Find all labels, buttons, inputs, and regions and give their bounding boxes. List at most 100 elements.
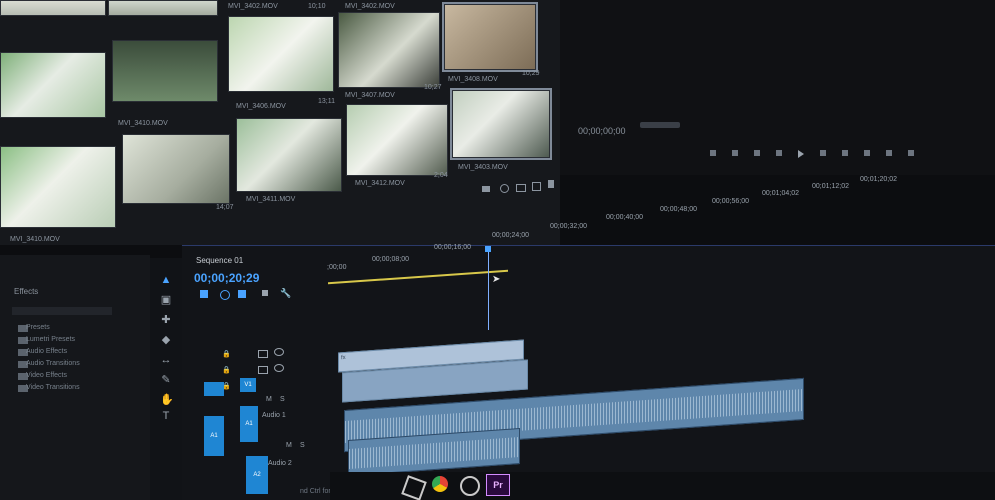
solo-button[interactable]: S xyxy=(300,442,305,449)
effects-search-input[interactable] xyxy=(12,307,112,315)
source-patch-a1[interactable]: A1 xyxy=(204,416,224,456)
clip-thumbnail[interactable] xyxy=(108,0,218,16)
clip-thumbnail[interactable] xyxy=(236,118,342,192)
slip-tool-icon[interactable]: ↔ xyxy=(160,354,172,366)
audio-waveform xyxy=(349,437,519,469)
track-lock-icon[interactable]: 🔒 xyxy=(222,350,231,358)
new-item-icon[interactable] xyxy=(532,182,541,191)
zoom-dropdown[interactable] xyxy=(640,122,680,128)
eye-icon[interactable] xyxy=(274,364,284,372)
extract-icon[interactable] xyxy=(886,150,892,156)
clip-thumbnail[interactable] xyxy=(228,16,334,92)
clip-thumbnail[interactable] xyxy=(112,40,218,102)
effects-panel: Effects Presets Lumetri Presets Audio Ef… xyxy=(0,255,150,500)
effects-folder[interactable]: Audio Effects xyxy=(26,348,67,355)
timeline-panel: Sequence 01 00;00;20;29 🔧 ;00;00 00;00;0… xyxy=(182,176,995,500)
new-bin-icon[interactable] xyxy=(516,184,526,192)
step-forward-icon[interactable] xyxy=(820,150,826,156)
ruler-tick: 00;00;08;00 xyxy=(372,256,409,263)
add-marker-icon[interactable] xyxy=(238,290,246,298)
trash-icon[interactable] xyxy=(548,180,554,188)
effects-folder[interactable]: Audio Transitions xyxy=(26,360,80,367)
windows-taskbar: Pr xyxy=(330,472,995,500)
ruler-tick: 00;00;32;00 xyxy=(550,223,587,230)
linked-selection-icon[interactable] xyxy=(220,290,230,300)
go-to-out-icon[interactable] xyxy=(842,150,848,156)
solo-button[interactable]: S xyxy=(280,396,285,403)
track-select-icon[interactable]: ▣ xyxy=(160,294,172,306)
search-icon[interactable] xyxy=(500,184,509,193)
program-monitor: 00;00;00;00 xyxy=(560,0,995,175)
premiere-pro-icon[interactable]: Pr xyxy=(486,474,510,496)
ripple-edit-icon[interactable]: ✚ xyxy=(160,314,172,326)
effects-folder[interactable]: Presets xyxy=(26,324,50,331)
track-target-v1[interactable]: V1 xyxy=(240,378,256,392)
export-frame-icon[interactable] xyxy=(908,150,914,156)
mark-out-icon[interactable] xyxy=(732,150,738,156)
ruler-tick: 00;01;04;02 xyxy=(762,190,799,197)
wrench-icon[interactable]: 🔧 xyxy=(280,288,291,299)
clip-thumbnail[interactable] xyxy=(122,134,230,204)
mute-button[interactable]: M xyxy=(286,442,292,449)
mute-button[interactable]: M xyxy=(266,396,272,403)
play-icon[interactable] xyxy=(798,150,804,158)
clip-thumbnail[interactable] xyxy=(338,12,440,88)
lift-icon[interactable] xyxy=(864,150,870,156)
mark-in-icon[interactable] xyxy=(710,150,716,156)
clip-thumbnail-selected[interactable] xyxy=(450,88,552,160)
app-icon[interactable] xyxy=(460,476,480,496)
effects-folder[interactable]: Video Transitions xyxy=(26,384,80,391)
clip-duration: 10;29 xyxy=(522,70,540,77)
type-tool-icon[interactable]: T xyxy=(160,410,172,422)
razor-tool-icon[interactable]: ◆ xyxy=(160,334,172,346)
toggle-sync-icon[interactable] xyxy=(258,350,268,358)
clip-thumbnail[interactable] xyxy=(0,52,106,118)
track-target-a1[interactable]: A1 xyxy=(240,406,258,442)
clip-thumbnail[interactable] xyxy=(0,146,116,228)
work-area-bar[interactable] xyxy=(328,269,508,285)
clip-thumbnail[interactable] xyxy=(346,104,448,176)
dropbox-icon[interactable] xyxy=(401,475,427,500)
clip-name: MVI_3412.MOV xyxy=(355,180,405,187)
premiere-workspace: MVI_3402.MOV 10;10 MVI_3402.MOV MVI_3406… xyxy=(0,0,995,500)
clip-thumbnail[interactable] xyxy=(0,0,106,16)
clip-name: MVI_3411.MOV xyxy=(246,196,296,203)
playhead-timecode[interactable]: 00;00;20;29 xyxy=(194,271,259,285)
chrome-icon[interactable] xyxy=(432,476,448,492)
transport-controls xyxy=(710,150,990,158)
ruler-tick: 00;00;48;00 xyxy=(660,206,697,213)
eye-icon[interactable] xyxy=(274,348,284,356)
effects-folder[interactable]: Video Effects xyxy=(26,372,67,379)
track-lock-icon[interactable]: 🔒 xyxy=(222,366,231,374)
monitor-timecode: 00;00;00;00 xyxy=(578,126,626,136)
source-patch-v1[interactable] xyxy=(204,382,224,396)
track-target-a2[interactable]: A2 xyxy=(246,456,268,494)
list-view-icon[interactable] xyxy=(482,186,490,192)
track-name: Audio 2 xyxy=(268,460,292,467)
clip-name: MVI_3410.MOV xyxy=(10,236,60,243)
clip-name: MVI_3402.MOV xyxy=(345,3,395,10)
go-to-in-icon[interactable] xyxy=(754,150,760,156)
effects-folder[interactable]: Lumetri Presets xyxy=(26,336,75,343)
clip-thumbnail-selected[interactable] xyxy=(442,2,538,72)
step-back-icon[interactable] xyxy=(776,150,782,156)
snap-icon[interactable] xyxy=(200,290,208,298)
clip-duration: 10;27 xyxy=(424,84,442,91)
clip-name: MVI_3403.MOV xyxy=(458,164,508,171)
ruler-tick: 00;00;24;00 xyxy=(492,232,529,239)
mouse-cursor-icon: ➤ xyxy=(492,274,501,285)
hand-tool-icon[interactable]: ✋ xyxy=(160,394,174,406)
clip-duration: 13;11 xyxy=(318,98,335,105)
selection-tool-icon[interactable]: ▲ xyxy=(160,274,172,286)
ruler-tick: 00;00;56;00 xyxy=(712,198,749,205)
clip-name: MVI_3410.MOV xyxy=(118,120,168,127)
timeline-settings-icon[interactable] xyxy=(262,290,268,296)
clip-name: MVI_3406.MOV xyxy=(236,103,286,110)
project-panel: MVI_3402.MOV 10;10 MVI_3402.MOV MVI_3406… xyxy=(0,0,560,245)
playhead-line[interactable] xyxy=(488,252,489,330)
track-name: Audio 1 xyxy=(262,412,286,419)
toggle-sync-icon[interactable] xyxy=(258,366,268,374)
pen-tool-icon[interactable]: ✎ xyxy=(160,374,172,386)
sequence-tab[interactable]: Sequence 01 xyxy=(196,256,243,265)
clip-duration: 2;04 xyxy=(434,172,448,179)
